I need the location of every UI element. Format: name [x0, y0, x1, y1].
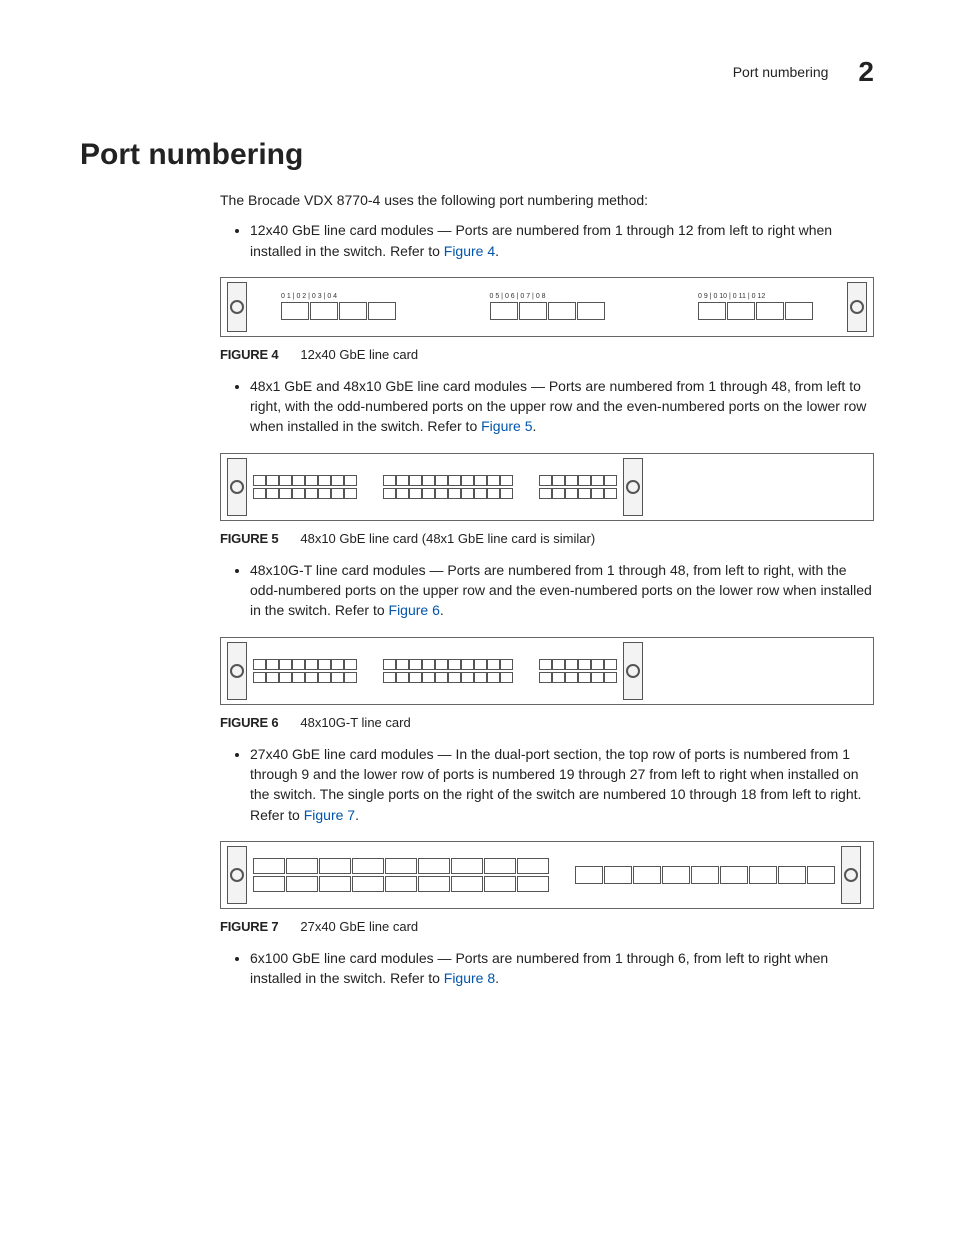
bullet-27x40: 27x40 GbE line card modules — In the dua…: [250, 744, 874, 825]
figure-7-image: [220, 841, 874, 909]
xref-figure-8[interactable]: Figure 8: [444, 970, 495, 986]
figure-7-caption: 27x40 GbE line card: [300, 919, 418, 934]
card-cap-right: [847, 282, 867, 332]
card-cap-left: [227, 846, 247, 904]
figure-4-image: 0 1 | 0 2 | 0 3 | 0 4 0 5 | 0 6 | 0 7 | …: [220, 277, 874, 337]
figure-6: FIGURE 6 48x10G-T line card: [220, 637, 874, 730]
page-title: Port numbering: [80, 138, 874, 172]
figure-5: FIGURE 5 48x10 GbE line card (48x1 GbE l…: [220, 453, 874, 546]
body: The Brocade VDX 8770-4 uses the followin…: [220, 190, 874, 988]
xref-figure-6[interactable]: Figure 6: [389, 602, 440, 618]
card-cap-left: [227, 282, 247, 332]
card-cap-right: [841, 846, 861, 904]
running-title: Port numbering: [733, 64, 829, 80]
figure-5-caption: 48x10 GbE line card (48x1 GbE line card …: [300, 531, 595, 546]
figure-5-image: [220, 453, 874, 521]
xref-figure-7[interactable]: Figure 7: [304, 807, 355, 823]
bullet-48x1-48x10: 48x1 GbE and 48x10 GbE line card modules…: [250, 376, 874, 437]
intro-paragraph: The Brocade VDX 8770-4 uses the followin…: [220, 190, 874, 210]
card-cap-right: [623, 642, 643, 700]
figure-7-label: FIGURE 7: [220, 919, 278, 934]
figure-4-label: FIGURE 4: [220, 347, 278, 362]
figure-4-caption: 12x40 GbE line card: [300, 347, 418, 362]
card-cap-right: [623, 458, 643, 516]
card-cap-left: [227, 642, 247, 700]
bullet-48x10g-t: 48x10G-T line card modules — Ports are n…: [250, 560, 874, 621]
bullet-6x100: 6x100 GbE line card modules — Ports are …: [250, 948, 874, 989]
xref-figure-5[interactable]: Figure 5: [481, 418, 532, 434]
figure-5-label: FIGURE 5: [220, 531, 278, 546]
figure-4: 0 1 | 0 2 | 0 3 | 0 4 0 5 | 0 6 | 0 7 | …: [220, 277, 874, 362]
figure-7: FIGURE 7 27x40 GbE line card: [220, 841, 874, 934]
card-cap-left: [227, 458, 247, 516]
page: Port numbering 2 Port numbering The Broc…: [0, 0, 954, 1062]
bullet-12x40: 12x40 GbE line card modules — Ports are …: [250, 220, 874, 261]
running-header: Port numbering 2: [80, 56, 874, 88]
chapter-number: 2: [858, 56, 874, 88]
figure-6-label: FIGURE 6: [220, 715, 278, 730]
xref-figure-4[interactable]: Figure 4: [444, 243, 495, 259]
figure-6-caption: 48x10G-T line card: [300, 715, 410, 730]
figure-6-image: [220, 637, 874, 705]
